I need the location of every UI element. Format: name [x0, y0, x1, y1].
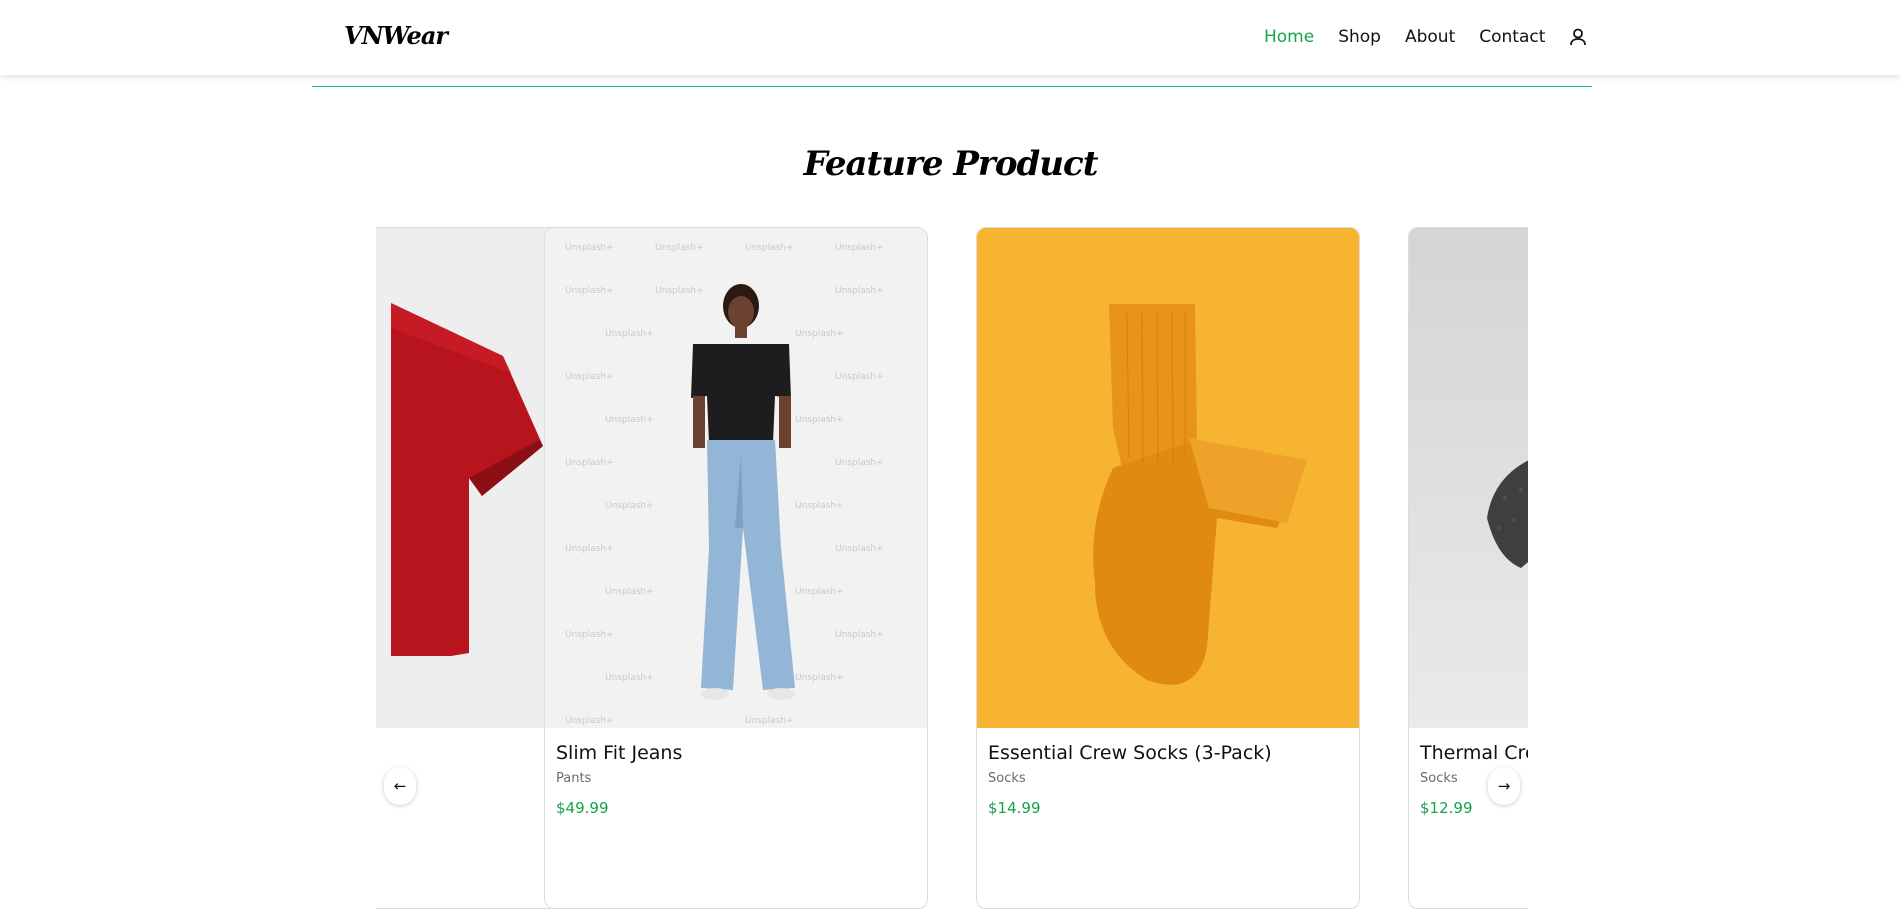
- product-price: $12.99: [1420, 799, 1473, 817]
- product-card[interactable]: Essential Crew Socks (3-Pack) Socks $14.…: [976, 227, 1360, 909]
- product-name[interactable]: Thermal Cre: [1420, 742, 1528, 764]
- svg-text:Unsplash+: Unsplash+: [795, 501, 844, 511]
- carousel-prev-button[interactable]: ←: [384, 767, 416, 805]
- svg-text:Unsplash+: Unsplash+: [835, 372, 884, 382]
- svg-text:Unsplash+: Unsplash+: [565, 243, 614, 253]
- nav-shop-link[interactable]: Shop: [1338, 27, 1381, 47]
- site-header: VNWear Home Shop About Contact: [0, 0, 1901, 75]
- svg-text:Unsplash+: Unsplash+: [605, 587, 654, 597]
- carousel-next-button[interactable]: →: [1488, 767, 1520, 805]
- product-image-jeans[interactable]: Unsplash+ Unsplash+ Unsplash+ Unsplash+ …: [545, 228, 927, 728]
- product-image-thermal-socks[interactable]: [1409, 228, 1528, 728]
- product-category: Socks: [1420, 771, 1458, 786]
- user-icon[interactable]: [1567, 26, 1589, 48]
- svg-text:Unsplash+: Unsplash+: [565, 286, 614, 296]
- svg-text:Unsplash+: Unsplash+: [565, 630, 614, 640]
- svg-text:Unsplash+: Unsplash+: [605, 415, 654, 425]
- svg-text:Unsplash+: Unsplash+: [655, 286, 704, 296]
- product-category: Pants: [556, 771, 592, 786]
- svg-text:Unsplash+: Unsplash+: [565, 716, 614, 726]
- svg-text:Unsplash+: Unsplash+: [605, 501, 654, 511]
- header-divider: [312, 86, 1592, 87]
- svg-text:Unsplash+: Unsplash+: [835, 630, 884, 640]
- product-name[interactable]: Essential Crew Socks (3-Pack): [988, 742, 1272, 764]
- nav-about-link[interactable]: About: [1405, 27, 1455, 47]
- product-price: $14.99: [988, 799, 1041, 817]
- svg-text:Unsplash+: Unsplash+: [835, 243, 884, 253]
- main-nav: Home Shop About Contact: [1264, 26, 1589, 48]
- product-name[interactable]: Slim Fit Jeans: [556, 742, 682, 764]
- product-image-orange-socks[interactable]: [977, 228, 1359, 728]
- product-category: Socks: [988, 771, 1026, 786]
- svg-text:Unsplash+: Unsplash+: [835, 286, 884, 296]
- svg-text:Unsplash+: Unsplash+: [565, 372, 614, 382]
- svg-text:Unsplash+: Unsplash+: [795, 587, 844, 597]
- nav-home-link[interactable]: Home: [1264, 27, 1314, 47]
- svg-text:Unsplash+: Unsplash+: [745, 716, 794, 726]
- svg-text:Unsplash+: Unsplash+: [605, 673, 654, 683]
- svg-text:Unsplash+: Unsplash+: [605, 329, 654, 339]
- product-price: $49.99: [556, 799, 609, 817]
- section-title: Feature Product: [803, 144, 1099, 184]
- svg-text:Unsplash+: Unsplash+: [795, 329, 844, 339]
- site-logo[interactable]: VNWear: [344, 21, 448, 50]
- svg-text:Unsplash+: Unsplash+: [655, 243, 704, 253]
- svg-text:Unsplash+: Unsplash+: [795, 673, 844, 683]
- svg-text:Unsplash+: Unsplash+: [745, 243, 794, 253]
- product-carousel: Unsplash+ Unsplash+ Unsplash+ Unsplash+ …: [376, 226, 1528, 909]
- svg-text:Unsplash+: Unsplash+: [565, 544, 614, 554]
- product-card[interactable]: Unsplash+ Unsplash+ Unsplash+ Unsplash+ …: [544, 227, 928, 909]
- svg-text:Unsplash+: Unsplash+: [835, 458, 884, 468]
- nav-contact-link[interactable]: Contact: [1479, 27, 1545, 47]
- product-card[interactable]: Thermal Cre Socks $12.99: [1408, 227, 1528, 909]
- svg-text:Unsplash+: Unsplash+: [795, 415, 844, 425]
- svg-text:Unsplash+: Unsplash+: [565, 458, 614, 468]
- svg-text:Unsplash+: Unsplash+: [835, 544, 884, 554]
